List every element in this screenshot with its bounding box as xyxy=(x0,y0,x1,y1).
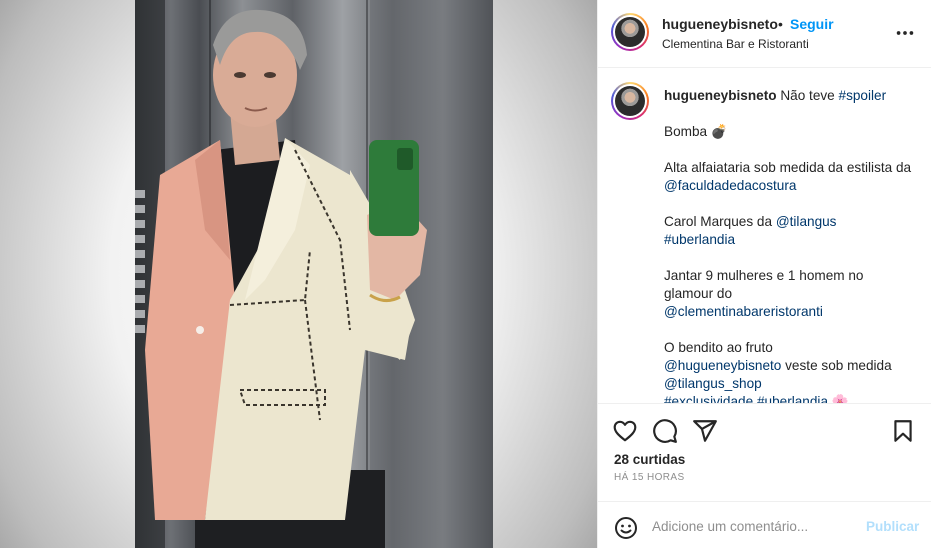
post-photo[interactable] xyxy=(135,0,493,548)
bookmark-icon[interactable] xyxy=(890,418,916,444)
header-separator-dot: • xyxy=(778,16,783,32)
post-media-area xyxy=(0,0,597,548)
post-side-panel: hugueneybisneto • Seguir Clementina Bar … xyxy=(597,0,931,548)
caption-area: hugueneybisneto Não teve #spoiler Bomba … xyxy=(598,69,931,403)
comment-input[interactable] xyxy=(652,514,852,538)
caption-intro: Não teve xyxy=(780,88,839,103)
caption-username[interactable]: hugueneybisneto xyxy=(664,88,777,103)
mention-link[interactable]: @faculdadedacostura xyxy=(664,178,796,193)
heart-icon[interactable] xyxy=(612,418,638,444)
publish-button[interactable]: Publicar xyxy=(866,519,919,534)
caption-line-bomba: Bomba 💣 xyxy=(664,124,728,139)
post-timestamp: HÁ 15 HORAS xyxy=(614,472,685,483)
hashtag-link[interactable]: #exclusividade xyxy=(664,394,753,403)
more-horizontal-icon[interactable] xyxy=(894,22,916,44)
mention-link[interactable]: @tilangus_shop xyxy=(664,376,762,391)
header-avatar[interactable] xyxy=(611,13,649,51)
caption-avatar[interactable] xyxy=(611,82,649,120)
hashtag-link[interactable]: #uberlandia xyxy=(757,394,828,403)
flower-emoji: 🌸 xyxy=(831,394,849,403)
post-actions: 28 curtidas HÁ 15 HORAS xyxy=(598,403,931,501)
caption-text-segment: veste sob medida xyxy=(781,358,892,373)
smiley-icon[interactable] xyxy=(614,516,638,540)
caption-text-segment: Jantar 9 mulheres e 1 homem no glamour d… xyxy=(664,268,864,301)
location-link[interactable]: Clementina Bar e Ristoranti xyxy=(662,37,809,51)
mention-link[interactable]: @clementinabareristoranti xyxy=(664,304,823,319)
likes-count[interactable]: 28 curtidas xyxy=(614,452,685,467)
hashtag-link[interactable]: #uberlandia xyxy=(664,232,735,247)
follow-button[interactable]: Seguir xyxy=(790,16,834,32)
mention-link[interactable]: @hugueneybisneto xyxy=(664,358,781,373)
caption-text-segment: O bendito ao fruto xyxy=(664,340,773,355)
caption-text: hugueneybisneto Não teve #spoiler Bomba … xyxy=(664,87,914,403)
paper-plane-icon[interactable] xyxy=(692,418,718,444)
header-username[interactable]: hugueneybisneto xyxy=(662,16,778,32)
caption-text-segment: Carol Marques da xyxy=(664,214,776,229)
post-photo-illustration xyxy=(135,0,493,548)
mention-link[interactable]: @tilangus xyxy=(776,214,837,229)
post-header: hugueneybisneto • Seguir Clementina Bar … xyxy=(598,0,931,68)
hashtag-link[interactable]: #spoiler xyxy=(839,88,887,103)
caption-text-segment: Alta alfaiataria sob medida da estilista… xyxy=(664,160,912,175)
comment-bubble-icon[interactable] xyxy=(652,418,678,444)
comment-bar: Publicar xyxy=(598,501,931,548)
